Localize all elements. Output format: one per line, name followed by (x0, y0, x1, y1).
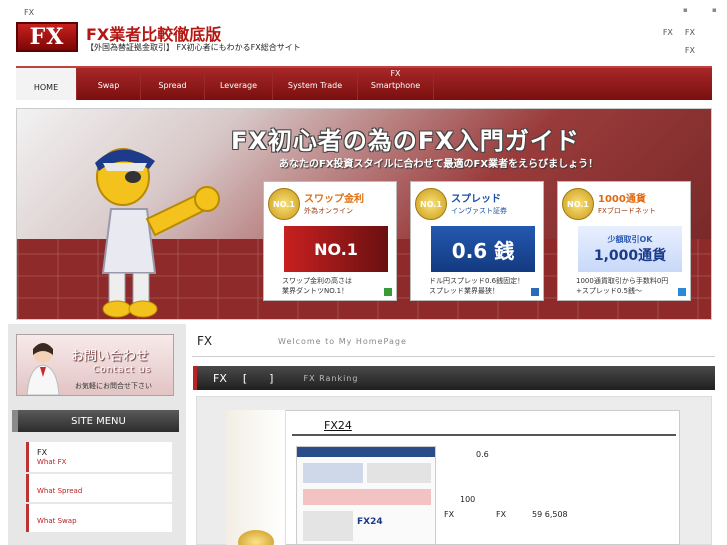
site-subtitle: 【外国為替証拠金取引】 FX初心者にもわかるFX総合サイト (86, 43, 301, 52)
thumb-block (303, 463, 363, 483)
units-value: 100 (460, 495, 476, 504)
card-badge-3: NO.1 (562, 188, 594, 220)
ranking-card-rank-column (226, 410, 286, 545)
ranking-card-title: FX24 (292, 416, 676, 436)
menu-item-sub: What FX (37, 458, 67, 466)
card-corner-1 (384, 288, 392, 296)
count-value: 59 6,508 (532, 510, 568, 519)
contact-banner[interactable]: お問い合わせ Contact us お気軽にお問合せ下さい (16, 334, 174, 396)
nav-spread[interactable]: Spread (141, 68, 205, 100)
ranking-fx: FX (213, 371, 227, 385)
card-text-2a: ドル円スプレッド0.6銭固定！ (429, 277, 525, 285)
site-menu-header: SITE MENU (12, 410, 179, 432)
card-text-2: ドル円スプレッド0.6銭固定！ スプレッド業界最狭！ (429, 276, 524, 296)
top-bar: FX ▪ ▪ (0, 0, 727, 18)
thumb-block (303, 489, 431, 505)
menu-item-what-fx[interactable]: FX What FX (26, 442, 172, 472)
main-nav: HOME Swap Spread Leverage System Trade F… (16, 66, 712, 100)
card-image-1: NO.1 (284, 226, 388, 272)
card-text-1a: スワップ金利の高さは (282, 277, 352, 285)
thumb-logo: FX24 (357, 517, 383, 527)
menu-item-what-swap[interactable]: What Swap (26, 504, 172, 532)
card-text-1: スワップ金利の高さは 業界ダントツNO.1！ (282, 276, 352, 296)
operator-avatar-icon (26, 343, 60, 395)
page-title: FX (197, 334, 213, 348)
nav-home-label: HOME (33, 83, 59, 92)
nav-spread-label: Spread (158, 81, 187, 90)
welcome-text: Welcome to My HomePage (278, 337, 407, 346)
card-text-2b: スプレッド業界最狭！ (429, 287, 499, 295)
header-link-1[interactable]: FX (663, 28, 673, 37)
card-value-2: 0.6 銭 (451, 238, 515, 263)
card-image-3-top: 少額取引OK (607, 234, 653, 244)
nav-leverage-label: Leverage (219, 81, 258, 90)
banner-subtitle: あなたのFX投資スタイルに合わせて最適のFX業者をえらびましょう！ (279, 159, 599, 170)
header-link-2[interactable]: FX (685, 28, 695, 37)
nav-home[interactable]: HOME (16, 68, 77, 100)
card-sub-3: FXブロードネット (598, 207, 656, 215)
hero-banner[interactable]: FX初心者の為のFX入門ガイド あなたのFX投資スタイルに合わせて最適のFX業者… (16, 108, 712, 320)
site-header: FX FX業者比較徹底版 【外国為替証拠金取引】 FX初心者にもわかるFX総合サ… (0, 18, 727, 66)
card-image-1-text: NO.1 (314, 239, 358, 259)
menu-item-title: FX (37, 448, 48, 457)
top-small-label: FX (24, 8, 35, 17)
card-text-3: 1000通貨取引から手数料0円 +スプレッド0.5銭～ (576, 276, 668, 296)
site-menu-list: FX What FX What Spread What Swap (26, 442, 172, 534)
card-image-3: 少額取引OK 1,000通貨 (578, 226, 682, 272)
card-sub-1: 外為オンライン (304, 207, 353, 215)
site-menu-title: SITE MENU (71, 415, 126, 427)
card-heading-3: 1000通貨 (598, 194, 646, 205)
header-link-3[interactable]: FX (685, 46, 695, 55)
site-logo[interactable]: FX (16, 22, 78, 52)
thumb-block (303, 511, 353, 541)
card-text-1b: 業界ダントツNO.1！ (282, 287, 349, 295)
ranking-bracket: [ ] (242, 372, 274, 385)
contact-title: お問い合わせ (71, 349, 150, 364)
card-corner-2 (531, 288, 539, 296)
card-text-3a: 1000通貨取引から手数料0円 (576, 277, 669, 285)
contact-en: Contact us (93, 365, 152, 375)
top-dot-1: ▪ (683, 6, 688, 14)
nav-system-trade[interactable]: System Trade (273, 68, 358, 100)
broker-name-link[interactable]: FX24 (324, 419, 352, 432)
card-heading-2: スプレッド (451, 194, 501, 205)
contact-note: お気軽にお問合せ下さい (75, 382, 152, 390)
ranking-header: FX [ ] FX Ranking (193, 366, 715, 390)
pointing-mascot-icon (95, 148, 220, 318)
menu-item-sub: What Spread (37, 487, 83, 495)
card-corner-3 (678, 288, 686, 296)
nav-smartphone[interactable]: FX Smartphone (358, 68, 434, 100)
promo-card-1000[interactable]: NO.1 1000通貨 FXブロードネット 少額取引OK 1,000通貨 100… (557, 181, 691, 301)
card-badge-2: NO.1 (415, 188, 447, 220)
menu-item-sub: What Swap (37, 517, 77, 525)
card-badge-1: NO.1 (268, 188, 300, 220)
nav-swap[interactable]: Swap (77, 68, 141, 100)
banner-title: FX初心者の為のFX入門ガイド (231, 127, 580, 155)
ranking-en: FX Ranking (303, 373, 359, 383)
card-image-2: 0.6 銭 (431, 226, 535, 272)
card-sub-2: インヴァスト証券 (451, 207, 507, 215)
nav-smartphone-top: FX (390, 69, 401, 78)
nav-swap-label: Swap (97, 81, 120, 90)
card-value-3: 1,000通貨 (593, 247, 667, 264)
top-dot-2: ▪ (712, 6, 717, 14)
fx-label-b: FX (496, 510, 507, 519)
nav-leverage[interactable]: Leverage (205, 68, 273, 100)
card-heading-1: スワップ金利 (304, 194, 364, 205)
fx-label-a: FX (444, 510, 455, 519)
nav-smartphone-label: Smartphone (370, 81, 421, 90)
promo-card-swap[interactable]: NO.1 スワップ金利 外為オンライン NO.1 スワップ金利の高さは 業界ダント… (263, 181, 397, 301)
thumb-topbar (297, 447, 435, 457)
broker-thumbnail[interactable]: FX24 (296, 446, 436, 545)
menu-item-what-spread[interactable]: What Spread (26, 474, 172, 502)
title-divider (192, 356, 715, 357)
spread-value: 0.6 (476, 450, 489, 459)
card-text-3b: +スプレッド0.5銭～ (576, 287, 642, 295)
header-links: FX FX FX (651, 24, 695, 60)
promo-card-spread[interactable]: NO.1 スプレッド インヴァスト証券 0.6 銭 ドル円スプレッド0.6銭固定… (410, 181, 544, 301)
thumb-block (367, 463, 431, 483)
nav-system-trade-label: System Trade (287, 81, 343, 90)
